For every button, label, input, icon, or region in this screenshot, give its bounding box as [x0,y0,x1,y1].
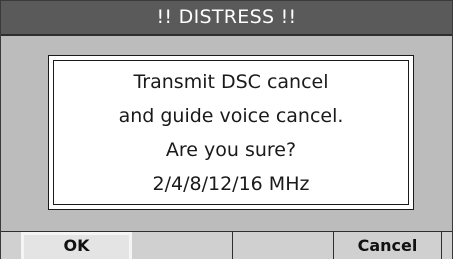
ok-button-label: OK [63,236,90,255]
radio-screen: !! DISTRESS !! Transmit DSC cancel and g… [0,0,453,259]
message-line-1: Transmit DSC cancel [133,71,329,93]
page-title: !! DISTRESS !! [156,6,297,28]
title-bar: !! DISTRESS !! [1,1,452,36]
message-line-4: 2/4/8/12/16 MHz [152,173,310,195]
cancel-button-label: Cancel [357,236,418,255]
message-line-2: and guide voice cancel. [118,105,344,127]
softkey-empty-3[interactable] [233,232,334,259]
confirm-dialog: Transmit DSC cancel and guide voice canc… [48,55,414,210]
softkey-bar: OK Cancel [1,231,452,259]
message-line-3: Are you sure? [165,139,297,161]
ok-button[interactable]: OK [21,232,132,259]
confirm-dialog-inner: Transmit DSC cancel and guide voice canc… [53,60,409,205]
cancel-button[interactable]: Cancel [334,232,442,259]
softkey-empty-2[interactable] [132,232,233,259]
